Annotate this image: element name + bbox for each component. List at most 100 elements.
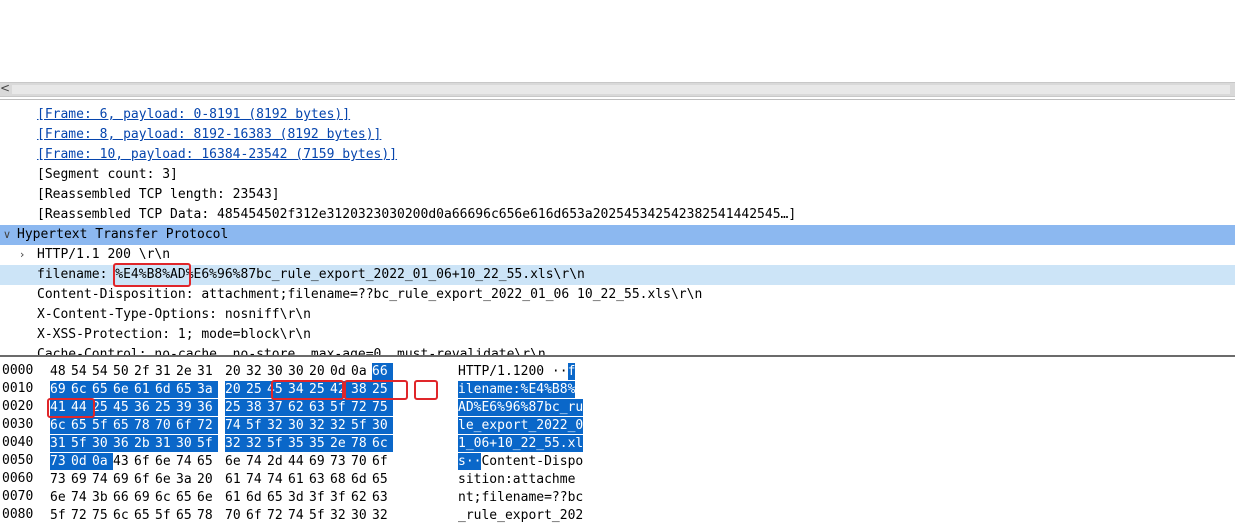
packet-details-pane[interactable]: [Frame: 6, payload: 0-8191 (8192 bytes)]… <box>0 105 1235 355</box>
hex-byte[interactable]: 25 <box>155 399 176 416</box>
frame-8-link[interactable]: [Frame: 8, payload: 8192-16383 (8192 byt… <box>37 125 381 145</box>
hex-byte[interactable]: 2d <box>267 453 288 470</box>
hex-byte[interactable]: 5f <box>155 507 176 524</box>
hex-byte[interactable]: 6e <box>50 489 71 506</box>
hex-byte[interactable]: 73 <box>330 453 351 470</box>
hex-byte[interactable]: 35 <box>288 435 309 452</box>
hex-byte[interactable]: 0a <box>351 363 372 380</box>
hex-byte[interactable]: 6f <box>246 507 267 524</box>
packet-bytes-pane[interactable]: 0000 48 54 54 50 2f 31 2e 31 20 32 30 30 20 0d 0a 66 HTTP… <box>0 362 1235 527</box>
hex-byte[interactable]: 63 <box>309 471 330 488</box>
hex-byte[interactable]: 5f <box>71 435 92 452</box>
hex-byte[interactable]: 78 <box>351 435 372 452</box>
detail-row-frame-6[interactable]: [Frame: 6, payload: 0-8191 (8192 bytes)] <box>0 105 1235 125</box>
hex-byte[interactable]: 6c <box>71 381 92 398</box>
hex-byte[interactable]: 74 <box>246 471 267 488</box>
hex-byte[interactable]: 70 <box>155 417 176 434</box>
hex-byte[interactable]: 6e <box>113 381 134 398</box>
hex-byte[interactable]: 5f <box>267 435 288 452</box>
hex-byte[interactable]: 32 <box>225 435 246 452</box>
hex-byte[interactable]: 6d <box>246 489 267 506</box>
hex-byte[interactable]: 25 <box>92 399 113 416</box>
hex-byte[interactable]: 74 <box>92 471 113 488</box>
detail-row-reassembled-length[interactable]: [Reassembled TCP length: 23543] <box>0 185 1235 205</box>
hex-byte[interactable]: 20 <box>197 471 218 488</box>
hex-byte[interactable]: 74 <box>246 453 267 470</box>
ascii-column[interactable]: HTTP/1.1 200 ··f <box>458 363 576 380</box>
hex-byte[interactable]: 74 <box>225 417 246 434</box>
hex-byte[interactable]: 54 <box>71 363 92 380</box>
hex-byte[interactable]: 3f <box>309 489 330 506</box>
hex-byte[interactable]: 20 <box>309 363 330 380</box>
hex-byte[interactable]: 54 <box>92 363 113 380</box>
hex-byte[interactable]: 65 <box>113 417 134 434</box>
hex-byte[interactable]: 74 <box>71 489 92 506</box>
hex-byte[interactable]: 32 <box>309 417 330 434</box>
detail-row-frame-10[interactable]: [Frame: 10, payload: 16384-23542 (7159 b… <box>0 145 1235 165</box>
hex-byte[interactable]: 2f <box>134 363 155 380</box>
hex-byte[interactable]: 30 <box>92 435 113 452</box>
hex-byte[interactable]: 6e <box>225 453 246 470</box>
hex-byte[interactable]: 5f <box>246 417 267 434</box>
hex-byte[interactable]: 78 <box>197 507 218 524</box>
hex-row[interactable]: 0040 31 5f 30 36 2b 31 30 5f 32 32 5f 35 35 2e 78 6c 1_06… <box>0 434 1235 452</box>
hex-byte[interactable]: 30 <box>288 363 309 380</box>
hex-byte[interactable]: 72 <box>351 399 372 416</box>
hex-byte[interactable]: 35 <box>309 435 330 452</box>
hex-byte[interactable]: 61 <box>134 381 155 398</box>
detail-row-http-status[interactable]: › HTTP/1.1 200 \r\n <box>0 245 1235 265</box>
hex-byte[interactable]: 74 <box>176 453 197 470</box>
hex-byte[interactable]: 75 <box>372 399 393 416</box>
hex-byte[interactable]: 3a <box>197 381 218 398</box>
hex-byte[interactable]: 6e <box>155 471 176 488</box>
hex-byte[interactable]: 66 <box>372 363 393 380</box>
hex-byte[interactable]: 65 <box>176 507 197 524</box>
hex-byte[interactable]: 31 <box>50 435 71 452</box>
hex-byte[interactable]: 69 <box>71 471 92 488</box>
hex-byte[interactable]: 5f <box>92 417 113 434</box>
hex-byte[interactable]: 65 <box>372 471 393 488</box>
hex-row[interactable]: 0050 73 0d 0a 43 6f 6e 74 65 6e 74 2d 44 69 73 70 6f s··C… <box>0 452 1235 470</box>
hex-byte[interactable]: 25 <box>246 381 267 398</box>
hex-byte[interactable]: 62 <box>351 489 372 506</box>
ascii-column[interactable]: s··Conte nt-Dispo <box>458 453 583 470</box>
hex-row[interactable]: 0070 6e 74 3b 66 69 6c 65 6e 61 6d 65 3d 3f 3f 62 63 nt;f… <box>0 488 1235 506</box>
hex-byte[interactable]: 65 <box>197 453 218 470</box>
chevron-right-icon[interactable]: › <box>20 245 24 265</box>
hex-byte[interactable]: 6e <box>155 453 176 470</box>
hex-byte[interactable]: 2e <box>330 435 351 452</box>
hex-byte[interactable]: 61 <box>225 471 246 488</box>
hex-byte[interactable]: 50 <box>113 363 134 380</box>
hex-byte[interactable]: 3a <box>176 471 197 488</box>
hex-byte[interactable]: 69 <box>113 471 134 488</box>
hex-byte[interactable]: 3b <box>92 489 113 506</box>
hex-byte[interactable]: 68 <box>330 471 351 488</box>
frame-6-link[interactable]: [Frame: 6, payload: 0-8191 (8192 bytes)] <box>37 105 350 125</box>
hex-byte[interactable]: 5f <box>330 399 351 416</box>
hex-byte[interactable]: 31 <box>155 435 176 452</box>
hex-byte[interactable]: 6f <box>134 453 155 470</box>
ascii-column[interactable]: ilename: %E4%B8% <box>458 381 576 398</box>
hex-byte[interactable]: 0a <box>92 453 113 470</box>
hex-byte[interactable]: 30 <box>288 417 309 434</box>
hex-byte[interactable]: 0d <box>330 363 351 380</box>
hex-byte[interactable]: 38 <box>246 399 267 416</box>
hex-byte[interactable]: 30 <box>176 435 197 452</box>
detail-row-frame-8[interactable]: [Frame: 8, payload: 8192-16383 (8192 byt… <box>0 125 1235 145</box>
hex-byte[interactable]: 30 <box>372 417 393 434</box>
hex-byte[interactable]: 74 <box>288 507 309 524</box>
hex-byte[interactable]: 6e <box>197 489 218 506</box>
hex-byte[interactable]: 72 <box>197 417 218 434</box>
hex-byte[interactable]: 65 <box>134 507 155 524</box>
hex-byte[interactable]: 65 <box>267 489 288 506</box>
detail-row-segment-count[interactable]: [Segment count: 3] <box>0 165 1235 185</box>
hex-byte[interactable]: 45 <box>113 399 134 416</box>
hex-byte[interactable]: 6f <box>372 453 393 470</box>
hex-byte[interactable]: 30 <box>267 363 288 380</box>
hex-byte[interactable]: 48 <box>50 363 71 380</box>
ascii-column[interactable]: le_expor t_2022_0 <box>458 417 584 434</box>
hex-byte[interactable]: 73 <box>50 453 71 470</box>
detail-row-http[interactable]: ∨ Hypertext Transfer Protocol <box>0 225 1235 245</box>
hex-byte[interactable]: 5f <box>50 507 71 524</box>
detail-row-content-type-options[interactable]: X-Content-Type-Options: nosniff\r\n <box>0 305 1235 325</box>
